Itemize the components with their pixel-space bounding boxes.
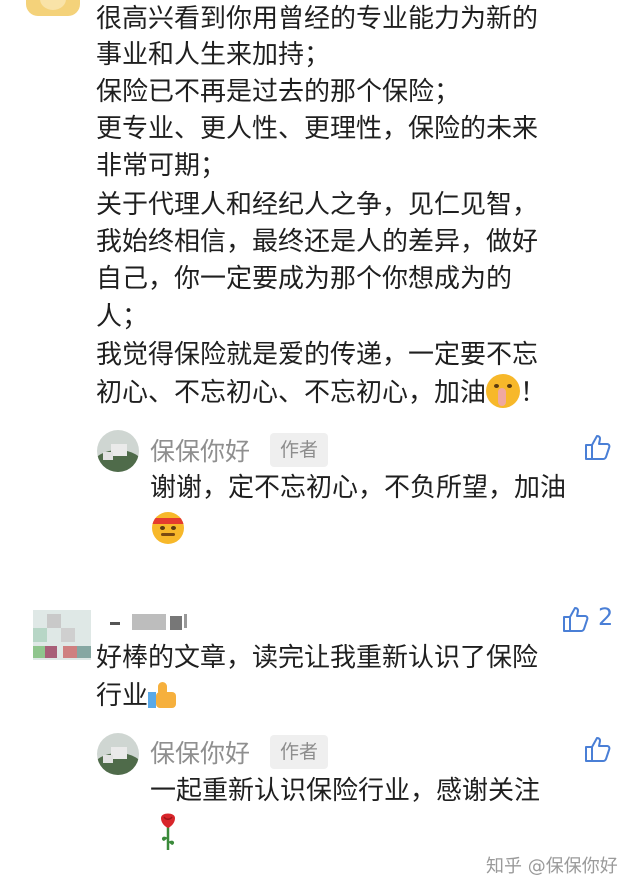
comment-line: 自己，你一定要成为那个你想成为的 [96, 264, 513, 294]
commenter-name-blurred[interactable] [110, 612, 200, 632]
headband-face-icon [152, 512, 184, 544]
reply-author-name[interactable]: 保保你好 [150, 432, 250, 468]
comment-last-line: 初心、不忘初心、不忘初心，加油 ！ [96, 373, 547, 412]
comment-line: 关于代理人和经纪人之争，见仁见智， [96, 190, 539, 220]
comment-line: 事业和人生来加持； [96, 40, 331, 70]
thumbs-up-outline-icon [563, 607, 589, 632]
author-avatar[interactable] [97, 430, 139, 472]
commenter-avatar-blurred[interactable] [33, 610, 91, 660]
like-count: 2 [598, 603, 614, 631]
like-button[interactable] [561, 604, 591, 634]
author-badge: 作者 [270, 433, 329, 467]
comment-line: 保险已不再是过去的那个保险； [96, 77, 461, 107]
comment-last-line: 行业 [96, 677, 178, 715]
comment-line-text: 初心、不忘初心、不忘初心，加油 [96, 378, 487, 408]
author-avatar[interactable] [97, 733, 139, 775]
shushing-face-icon [486, 373, 521, 408]
thumbs-up-outline-icon [585, 435, 611, 460]
avatar-face [40, 0, 66, 10]
author-badge: 作者 [270, 735, 329, 769]
zhihu-watermark: 知乎 @保保你好 [486, 856, 618, 877]
comment-line: 我始终相信，最终还是人的差异，做好 [96, 227, 539, 257]
reply-author-name[interactable]: 保保你好 [150, 734, 250, 770]
commenter-avatar[interactable] [26, 0, 80, 16]
reply-text: 谢谢，定不忘初心，不负所望，加油 [150, 473, 567, 503]
thumbs-up-icon [148, 680, 178, 710]
rose-icon [155, 812, 181, 852]
comment-line-text: 行业 [96, 681, 149, 711]
comment-line: 非常可期； [96, 151, 227, 181]
like-button[interactable] [583, 734, 613, 764]
comment-line: 更专业、更人性、更理性，保险的未来 [96, 114, 539, 144]
like-button[interactable] [583, 432, 613, 462]
comment-line: 人； [96, 302, 149, 332]
reply-text: 一起重新认识保险行业，感谢关注 [150, 776, 541, 806]
comment-line: 好棒的文章，读完让我重新认识了保险 [96, 643, 539, 673]
comment-line-suffix: ！ [520, 378, 547, 408]
comment-line: 很高兴看到你用曾经的专业能力为新的 [96, 4, 539, 34]
comment-line: 我觉得保险就是爱的传递，一定要不忘 [96, 340, 539, 370]
thumbs-up-outline-icon [585, 737, 611, 762]
